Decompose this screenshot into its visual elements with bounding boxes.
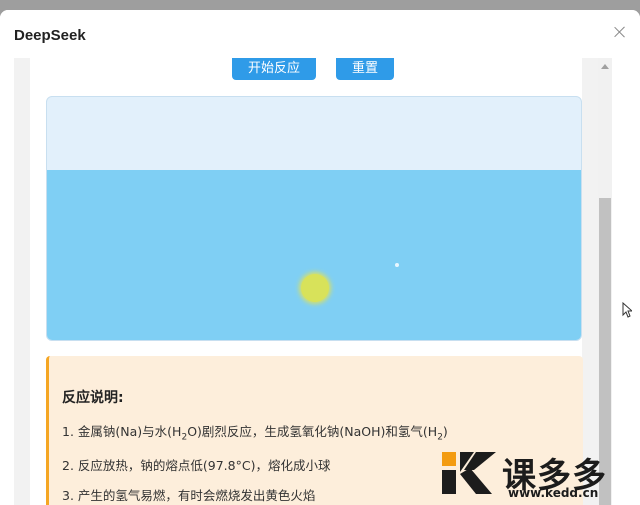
watermark: 课多多 www.kedd.cn xyxy=(440,448,640,505)
watermark-url: www.kedd.cn xyxy=(508,486,599,500)
content-area: 开始反应 重置 反应说明: 1. 金属钠(Na)与水(H2O)剧烈反应，生成氢氧… xyxy=(14,58,598,505)
reset-button[interactable]: 重置 xyxy=(336,58,394,80)
explanation-title: 反应说明: xyxy=(62,390,124,406)
app-window: DeepSeek 开始反应 重置 反应说明: 1. 金属钠(Na)与水(H2O)… xyxy=(0,10,640,505)
hydrogen-bubble xyxy=(395,263,399,267)
explanation-line-1: 1. 金属钠(Na)与水(H2O)剧烈反应，生成氢氧化钠(NaOH)和氢气(H2… xyxy=(62,424,448,443)
scroll-up-arrow-icon[interactable] xyxy=(601,64,609,69)
explanation-line-3: 3. 产生的氢气易燃，有时会燃烧发出黄色火焰 xyxy=(62,488,316,503)
sodium-ball xyxy=(301,274,329,302)
app-title: DeepSeek xyxy=(14,27,86,44)
title-bar: DeepSeek xyxy=(0,10,640,58)
mouse-cursor-icon xyxy=(622,302,632,318)
close-icon[interactable] xyxy=(612,24,628,40)
start-reaction-button[interactable]: 开始反应 xyxy=(232,58,316,80)
water xyxy=(47,170,581,340)
simulation-card: 开始反应 重置 反应说明: 1. 金属钠(Na)与水(H2O)剧烈反应，生成氢氧… xyxy=(30,58,583,505)
reaction-beaker xyxy=(46,96,582,341)
explanation-line-2: 2. 反应放热，钠的熔点低(97.8°C)，熔化成小球 xyxy=(62,458,331,473)
k-logo-icon xyxy=(442,452,496,494)
